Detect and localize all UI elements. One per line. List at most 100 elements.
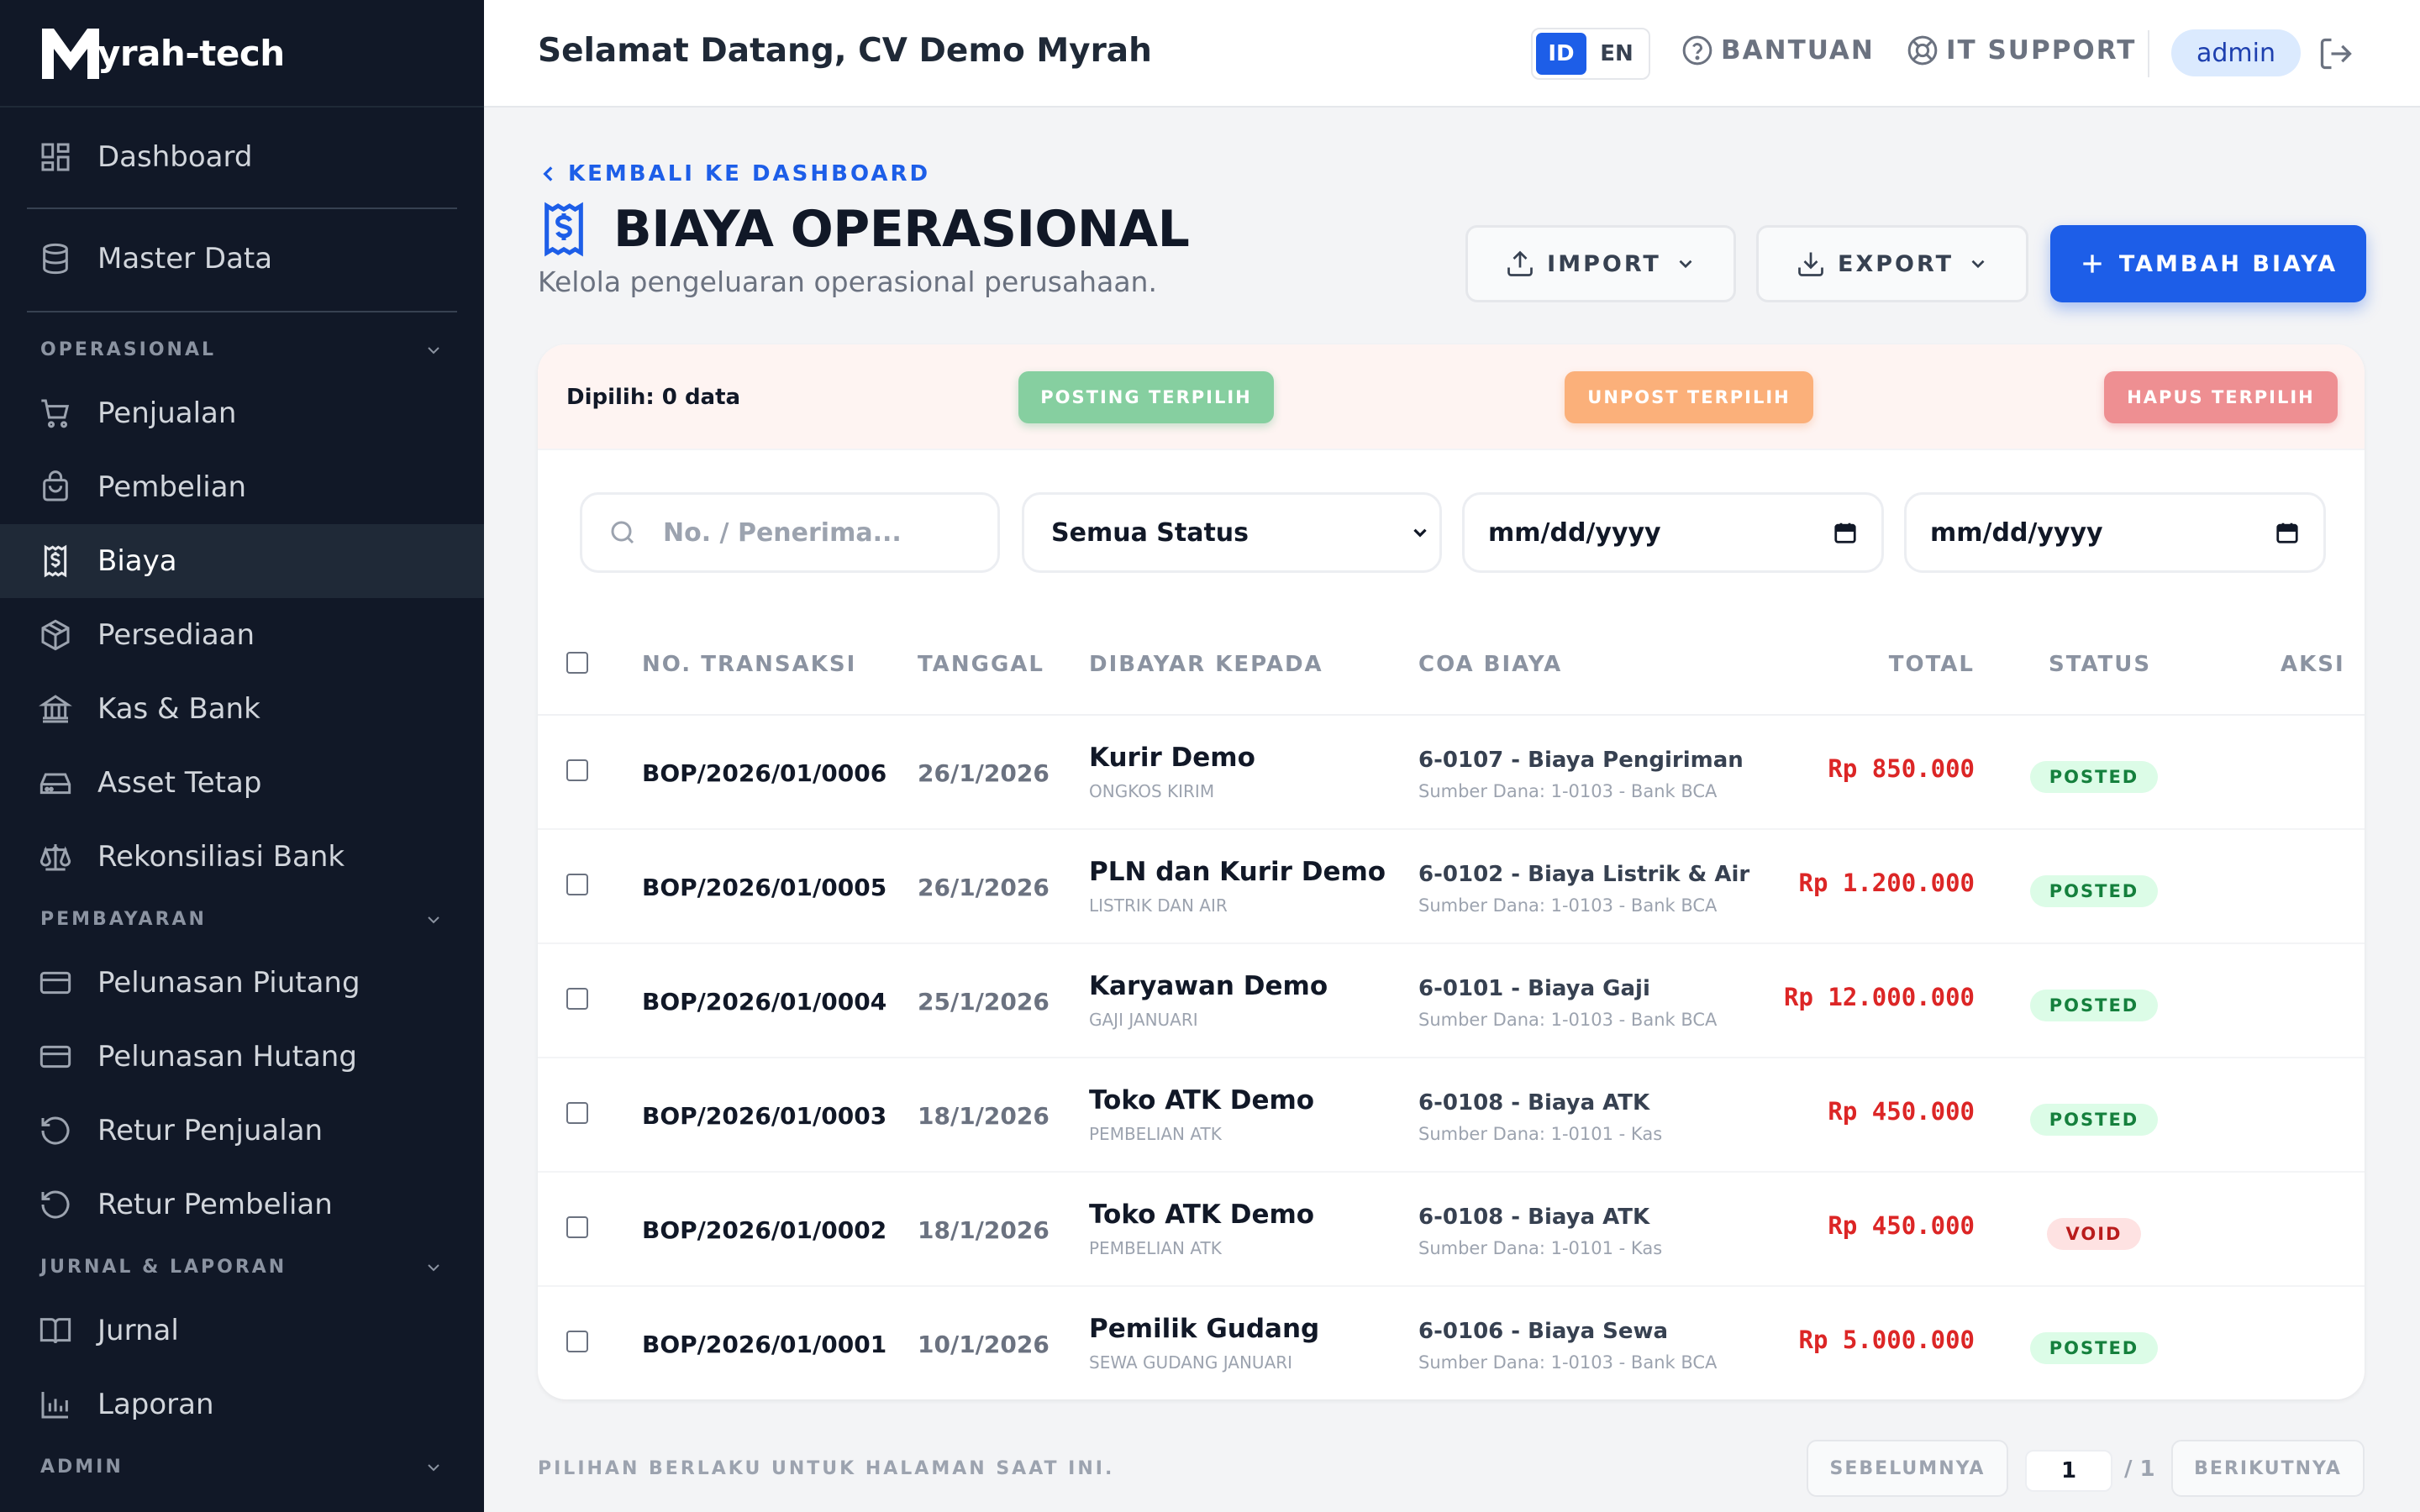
total-amount: Rp 450.000 — [1828, 1211, 1975, 1240]
table-row[interactable]: BOP/2026/01/0005 26/1/2026 PLN dan Kurir… — [538, 830, 2365, 944]
import-label: IMPORT — [1547, 250, 1661, 277]
book-icon — [39, 1318, 71, 1344]
section-label: PEMBAYARAN — [40, 909, 207, 930]
lang-id-button[interactable]: ID — [1536, 33, 1586, 75]
card-icon — [39, 1045, 71, 1068]
sidebar-item-pelunasan-hutang[interactable]: Pelunasan Hutang — [0, 1020, 484, 1094]
transaction-number[interactable]: BOP/2026/01/0002 — [642, 1216, 886, 1244]
transaction-number[interactable]: BOP/2026/01/0004 — [642, 988, 886, 1016]
chevron-left-icon — [543, 166, 553, 181]
help-link[interactable]: BANTUAN — [1681, 34, 1875, 67]
it-support-link[interactable]: IT SUPPORT — [1906, 34, 2136, 67]
sidebar-item-pembelian[interactable]: Pembelian — [0, 450, 484, 524]
sidebar-section-pembayaran[interactable]: PEMBAYARAN — [40, 909, 444, 930]
lang-en-button[interactable]: EN — [1591, 33, 1642, 75]
plus-icon — [2083, 255, 2102, 273]
sidebar-item-label: Master Data — [97, 242, 273, 276]
table-row[interactable]: BOP/2026/01/0006 26/1/2026 Kurir Demo ON… — [538, 716, 2365, 830]
payee-memo: PEMBELIAN ATK — [1089, 1124, 1222, 1144]
search-input[interactable]: No. / Penerima... — [580, 492, 1000, 573]
search-placeholder: No. / Penerima... — [663, 517, 902, 548]
delete-selected-button[interactable]: HAPUS TERPILIH — [2104, 371, 2338, 423]
page-total: / 1 — [2124, 1457, 2155, 1482]
chart-icon — [41, 1392, 68, 1419]
date-from-input[interactable]: mm/dd/yyyy — [1462, 492, 1884, 573]
total-amount: Rp 12.000.000 — [1784, 983, 1975, 1011]
payee-name: Karyawan Demo — [1089, 971, 1328, 1001]
sidebar-item-persediaan[interactable]: Persediaan — [0, 598, 484, 672]
col-header-status[interactable]: STATUS — [2049, 652, 2151, 677]
payee-name: Kurir Demo — [1089, 743, 1255, 773]
receipt-dollar-icon — [544, 202, 583, 257]
sidebar-section-admin[interactable]: ADMIN — [40, 1457, 444, 1478]
next-page-button[interactable]: BERIKUTNYA — [2171, 1440, 2365, 1497]
sidebar-item-kas-bank[interactable]: Kas & Bank — [0, 672, 484, 746]
export-button[interactable]: EXPORT — [1756, 225, 2028, 302]
sidebar-item-master-data[interactable]: Master Data — [0, 222, 484, 296]
date-from-value: mm/dd/yyyy — [1488, 517, 1661, 548]
sidebar-section-jurnal-laporan[interactable]: JURNAL & LAPORAN — [40, 1257, 444, 1278]
logout-icon[interactable] — [2317, 35, 2354, 72]
row-checkbox[interactable] — [566, 874, 588, 895]
sidebar-item-label: Dashboard — [97, 140, 253, 174]
table-row[interactable]: BOP/2026/01/0002 18/1/2026 Toko ATK Demo… — [538, 1173, 2365, 1287]
sidebar-item-label: Biaya — [97, 544, 177, 578]
table-row[interactable]: BOP/2026/01/0004 25/1/2026 Karyawan Demo… — [538, 944, 2365, 1058]
back-to-dashboard-link[interactable]: KEMBALI KE DASHBOARD — [538, 161, 930, 186]
row-checkbox[interactable] — [566, 1216, 588, 1238]
transaction-number[interactable]: BOP/2026/01/0001 — [642, 1331, 886, 1358]
header-divider — [2148, 30, 2149, 77]
sidebar-item-label: Rekonsiliasi Bank — [97, 840, 345, 874]
row-checkbox[interactable] — [566, 1102, 588, 1124]
total-amount: Rp 850.000 — [1828, 754, 1975, 783]
sidebar-item-laporan[interactable]: Laporan — [0, 1368, 484, 1441]
section-label: OPERASIONAL — [40, 339, 217, 360]
transaction-date: 26/1/2026 — [918, 759, 1050, 787]
unpost-selected-button[interactable]: UNPOST TERPILIH — [1565, 371, 1813, 423]
status-select[interactable]: Semua Status — [1022, 492, 1442, 573]
sidebar-item-retur-penjualan[interactable]: Retur Penjualan — [0, 1094, 484, 1168]
table-row[interactable]: BOP/2026/01/0003 18/1/2026 Toko ATK Demo… — [538, 1058, 2365, 1173]
prev-page-button[interactable]: SEBELUMNYA — [1807, 1440, 2008, 1497]
box-icon — [41, 619, 70, 651]
fund-source: Sumber Dana: 1-0103 - Bank BCA — [1418, 781, 1718, 801]
transaction-number[interactable]: BOP/2026/01/0006 — [642, 759, 886, 787]
sidebar-item-label: Laporan — [97, 1388, 214, 1421]
sidebar-item-rekonsiliasi-bank[interactable]: Rekonsiliasi Bank — [0, 820, 484, 894]
row-checkbox[interactable] — [566, 759, 588, 781]
col-header-date[interactable]: TANGGAL — [918, 652, 1044, 677]
sidebar-item-pelunasan-piutang[interactable]: Pelunasan Piutang — [0, 946, 484, 1020]
table-row[interactable]: BOP/2026/01/0001 10/1/2026 Pemilik Gudan… — [538, 1287, 2365, 1399]
brand-logo[interactable]: yrah-tech — [0, 0, 484, 108]
select-all-checkbox[interactable] — [566, 652, 588, 674]
sidebar-section-operasional[interactable]: OPERASIONAL — [40, 339, 444, 360]
row-checkbox[interactable] — [566, 988, 588, 1010]
date-to-input[interactable]: mm/dd/yyyy — [1904, 492, 2326, 573]
sidebar-item-retur-pembelian[interactable]: Retur Pembelian — [0, 1168, 484, 1242]
transaction-number[interactable]: BOP/2026/01/0003 — [642, 1102, 886, 1130]
add-expense-button[interactable]: TAMBAH BIAYA — [2050, 225, 2366, 302]
chevron-down-icon — [1971, 260, 1985, 269]
fund-source: Sumber Dana: 1-0101 - Kas — [1418, 1124, 1663, 1144]
post-selected-button[interactable]: POSTING TERPILIH — [1018, 371, 1274, 423]
section-label: JURNAL & LAPORAN — [40, 1257, 287, 1278]
col-header-no[interactable]: NO. TRANSAKSI — [642, 652, 856, 677]
sidebar-item-dashboard[interactable]: Dashboard — [0, 120, 484, 194]
fund-source: Sumber Dana: 1-0103 - Bank BCA — [1418, 1010, 1718, 1030]
sidebar-divider — [27, 207, 457, 209]
sidebar-item-asset-tetap[interactable]: Asset Tetap — [0, 746, 484, 820]
col-header-payee[interactable]: DIBAYAR KEPADA — [1089, 652, 1323, 677]
sidebar-item-penjualan[interactable]: Penjualan — [0, 376, 484, 450]
col-header-total[interactable]: TOTAL — [1889, 652, 1975, 677]
total-amount: Rp 450.000 — [1828, 1097, 1975, 1126]
import-button[interactable]: IMPORT — [1465, 225, 1736, 302]
user-badge[interactable]: admin — [2171, 29, 2301, 76]
sidebar-item-jurnal[interactable]: Jurnal — [0, 1294, 484, 1368]
row-checkbox[interactable] — [566, 1331, 588, 1352]
chevron-down-icon — [428, 1263, 439, 1271]
sidebar-item-label: Jurnal — [97, 1314, 179, 1347]
transaction-number[interactable]: BOP/2026/01/0005 — [642, 874, 886, 901]
page-number-input[interactable]: 1 — [2025, 1450, 2112, 1492]
sidebar-item-biaya[interactable]: Biaya — [0, 524, 484, 598]
col-header-coa[interactable]: COA BIAYA — [1418, 652, 1562, 677]
